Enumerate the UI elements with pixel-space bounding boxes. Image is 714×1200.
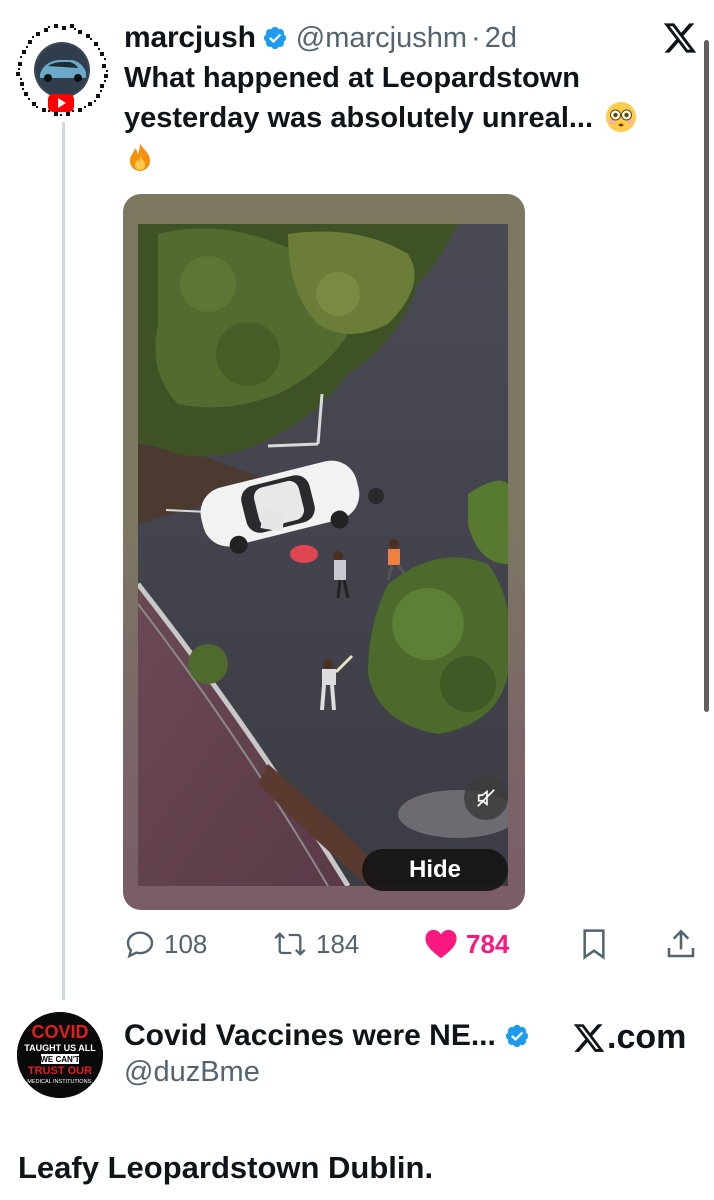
hide-button[interactable]: Hide	[362, 849, 508, 891]
bookmark-icon	[583, 929, 605, 960]
heart-filled-icon	[425, 929, 457, 959]
covid-poster-avatar-image: COVID TAUGHT US ALL WE CAN'T TRUST OUR M…	[17, 1012, 103, 1098]
reply-text: Leafy Leopardstown Dublin.	[18, 1150, 434, 1185]
avatar-text-line5: MEDICAL INSTITUTIONS.	[27, 1079, 93, 1085]
repost-icon	[274, 932, 306, 956]
x-com-watermark: .com	[572, 1018, 686, 1057]
share-icon	[667, 929, 695, 958]
reply-author-name-row: Covid Vaccines were NE...	[124, 1016, 530, 1056]
tweet-text: What happened at Leopardstown yesterday …	[124, 58, 694, 178]
verified-badge-icon	[263, 26, 286, 50]
reply-count: 108	[164, 928, 208, 959]
reply-author-name[interactable]: Covid Vaccines were NE...	[124, 1019, 496, 1053]
like-count: 784	[466, 928, 510, 959]
separator-dot: ·	[471, 21, 481, 54]
reply-author-handle[interactable]: @duzBme	[124, 1056, 260, 1089]
tweet-text-line2: yesterday was absolutely unreal...	[124, 102, 594, 134]
author-handle[interactable]: @marcjushm	[296, 22, 467, 55]
repost-count: 184	[316, 928, 360, 959]
tweet-text-line3	[124, 138, 694, 178]
verified-badge-icon	[505, 1024, 528, 1048]
tweet-text-line1: What happened at Leopardstown	[124, 62, 580, 94]
x-logo-icon[interactable]	[662, 20, 698, 56]
thread-line	[62, 122, 65, 1000]
avatar-text-line1: COVID	[31, 1022, 88, 1042]
repost-button[interactable]: 184	[272, 922, 359, 966]
scrollbar[interactable]	[704, 40, 709, 712]
x-logo-icon	[573, 1023, 605, 1052]
mute-button[interactable]	[464, 776, 508, 820]
video-player[interactable]	[138, 224, 508, 886]
share-button[interactable]	[666, 922, 696, 966]
flushed-face-emoji-icon	[606, 102, 637, 132]
x-com-text: .com	[607, 1018, 687, 1056]
post-time[interactable]: 2d	[485, 22, 517, 55]
author-name[interactable]: marcjush	[124, 21, 256, 55]
fire-emoji-icon	[130, 143, 150, 171]
tweet-text-line2-row: yesterday was absolutely unreal...	[124, 98, 694, 138]
avatar-text-line2: TAUGHT US ALL	[24, 1043, 96, 1053]
avatar-text-line3: WE CAN'T	[40, 1055, 79, 1064]
author-avatar[interactable]	[14, 22, 110, 118]
reply-icon	[126, 931, 154, 959]
bookmark-button[interactable]	[580, 922, 608, 966]
like-button[interactable]: 784	[424, 922, 509, 966]
muted-speaker-icon	[477, 789, 495, 807]
reply-button[interactable]: 108	[124, 922, 207, 966]
avatar-text-line4: TRUST OUR	[28, 1065, 92, 1077]
reply-author-avatar[interactable]: COVID TAUGHT US ALL WE CAN'T TRUST OUR M…	[17, 1012, 103, 1098]
action-bar: 108 184 784	[0, 922, 714, 966]
author-name-row: marcjush @marcjushm · 2d	[124, 18, 517, 58]
